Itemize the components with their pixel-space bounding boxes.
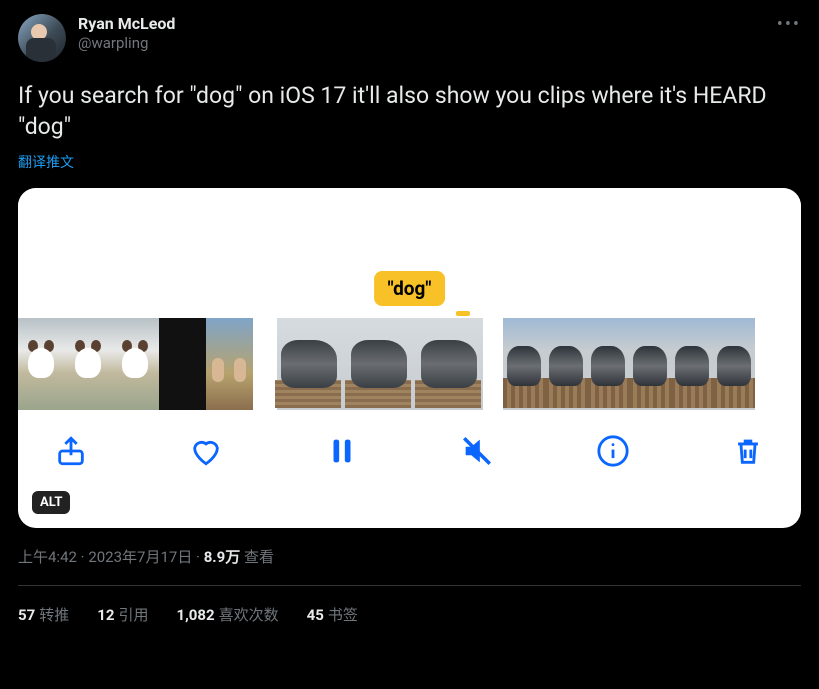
- clip-group[interactable]: [18, 318, 253, 410]
- avatar[interactable]: [18, 14, 66, 62]
- pause-icon[interactable]: [325, 434, 359, 468]
- stat-likes[interactable]: 1,082喜欢次数: [176, 604, 278, 625]
- author-names[interactable]: Ryan McLeod @warpling: [78, 14, 175, 53]
- video-thumbnail[interactable]: [343, 318, 413, 410]
- video-thumbnail[interactable]: [587, 318, 629, 410]
- thumbnail-strip[interactable]: [18, 318, 801, 410]
- video-thumbnail[interactable]: [413, 318, 483, 410]
- video-thumbnail[interactable]: [273, 318, 343, 410]
- display-name: Ryan McLeod: [78, 14, 175, 34]
- trash-icon[interactable]: [731, 434, 765, 468]
- tweet-header: Ryan McLeod @warpling •••: [18, 14, 801, 62]
- video-thumbnail[interactable]: [545, 318, 587, 410]
- clip-group[interactable]: [503, 318, 755, 410]
- video-thumbnail[interactable]: [18, 318, 65, 410]
- tweet-time: 上午4:42: [18, 548, 77, 566]
- video-thumbnail[interactable]: [671, 318, 713, 410]
- tweet-meta[interactable]: 上午4:42 2023年7月17日 8.9万 查看: [18, 546, 801, 567]
- info-icon[interactable]: [596, 434, 630, 468]
- video-thumbnail[interactable]: [112, 318, 159, 410]
- share-icon[interactable]: [54, 434, 88, 468]
- clip-group[interactable]: [273, 318, 483, 410]
- tweet-container: Ryan McLeod @warpling ••• If you search …: [0, 0, 819, 625]
- video-thumbnail[interactable]: [629, 318, 671, 410]
- video-thumbnail[interactable]: [65, 318, 112, 410]
- media-top: "dog": [18, 188, 801, 318]
- more-icon[interactable]: •••: [777, 14, 801, 35]
- tweet-date: 2023年7月17日: [88, 548, 192, 566]
- translate-link[interactable]: 翻译推文: [18, 152, 801, 172]
- heart-icon[interactable]: [189, 434, 223, 468]
- stat-retweets[interactable]: 57转推: [18, 604, 69, 625]
- video-thumbnail[interactable]: [503, 318, 545, 410]
- user-handle: @warpling: [78, 34, 175, 53]
- mute-icon[interactable]: [460, 434, 494, 468]
- tweet-text: If you search for "dog" on iOS 17 it'll …: [18, 80, 801, 142]
- media-card[interactable]: "dog": [18, 188, 801, 528]
- video-thumbnail[interactable]: [713, 318, 755, 410]
- alt-badge[interactable]: ALT: [32, 491, 70, 514]
- video-thumbnail[interactable]: [206, 318, 253, 410]
- media-toolbar: [18, 410, 801, 492]
- tweet-stats: 57转推 12引用 1,082喜欢次数 45书签: [18, 586, 801, 625]
- video-thumbnail[interactable]: [159, 318, 206, 410]
- views-label: 查看: [244, 548, 274, 566]
- stat-quotes[interactable]: 12引用: [97, 604, 148, 625]
- search-tag: "dog": [374, 271, 446, 306]
- stat-bookmarks[interactable]: 45书签: [307, 604, 358, 625]
- timeline-marker: [456, 311, 470, 316]
- views-count: 8.9万: [204, 548, 241, 566]
